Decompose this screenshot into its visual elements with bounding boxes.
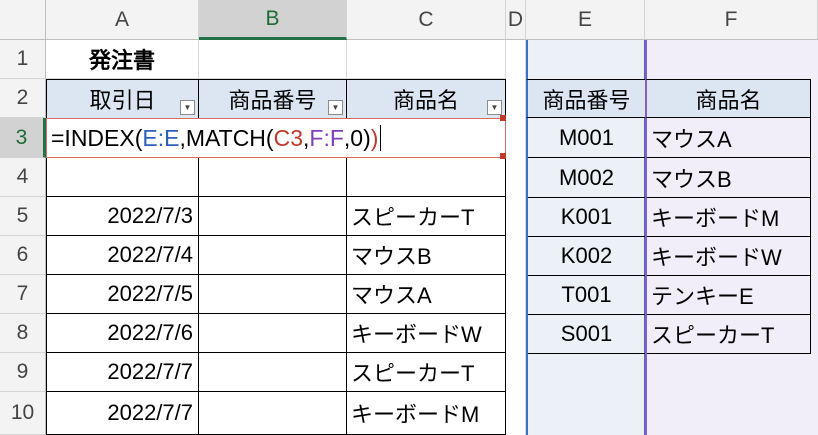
formula-ref-c3: C3	[273, 124, 303, 151]
filter-dropdown-icon[interactable]: ▼	[328, 100, 343, 115]
order-date-cell[interactable]: 2022/7/7	[46, 353, 199, 392]
column-header-c[interactable]: C	[347, 0, 506, 40]
reference-handle-icon[interactable]	[500, 115, 506, 121]
lookup-header-code[interactable]: 商品番号	[526, 79, 645, 118]
filter-dropdown-icon[interactable]: ▼	[487, 100, 502, 115]
order-code-cell[interactable]	[199, 353, 347, 392]
lookup-code-cell[interactable]: K002	[528, 236, 645, 276]
row-header-7[interactable]: 7	[0, 275, 46, 314]
lookup-name-cell[interactable]: キーボードM	[647, 197, 811, 237]
order-header-name[interactable]: 商品名 ▼	[347, 79, 506, 119]
row-header-9[interactable]: 9	[0, 353, 46, 392]
cell-b1[interactable]	[199, 40, 347, 79]
column-header-a[interactable]: A	[46, 0, 199, 40]
cell-a4[interactable]	[46, 158, 199, 197]
order-header-date-label: 取引日	[89, 88, 156, 113]
order-date-cell[interactable]: 2022/7/6	[46, 314, 199, 353]
formula-edit-cell[interactable]: =INDEX(E:E ,MATCH(C3, F:F ,0))	[46, 118, 506, 158]
row-header-5[interactable]: 5	[0, 197, 46, 236]
lookup-code-cell[interactable]: K001	[528, 197, 645, 237]
formula-text-index: =INDEX(	[51, 124, 143, 151]
lookup-code-cell[interactable]: T001	[528, 275, 645, 315]
row-header-8[interactable]: 8	[0, 314, 46, 353]
order-name-cell[interactable]: キーボードW	[347, 314, 506, 353]
formula-text-zero: ,0)	[343, 124, 371, 151]
lookup-name-cell[interactable]: テンキーE	[647, 275, 811, 315]
order-date-cell[interactable]: 2022/7/7	[46, 392, 199, 435]
order-date-cell[interactable]: 2022/7/3	[46, 197, 199, 236]
lookup-name-cell[interactable]: マウスA	[647, 118, 811, 158]
text-cursor	[380, 125, 382, 151]
row-header-4[interactable]: 4	[0, 158, 46, 197]
lookup-header-name[interactable]: 商品名	[645, 79, 811, 118]
column-header-b[interactable]: B	[199, 0, 347, 40]
lookup-name-cell[interactable]: スピーカーT	[647, 314, 811, 354]
order-name-cell[interactable]: キーボードM	[347, 392, 506, 435]
spreadsheet-grid[interactable]: A B C D E F 1 2 3 4 5 6 7 8 9 10 発注書 取引日…	[0, 0, 818, 435]
cell-b4[interactable]	[199, 158, 347, 197]
order-date-cell[interactable]: 2022/7/5	[46, 275, 199, 314]
row-header-2[interactable]: 2	[0, 79, 46, 118]
row-header-10[interactable]: 10	[0, 392, 46, 435]
order-name-cell[interactable]: マウスA	[347, 275, 506, 314]
column-header-f[interactable]: F	[645, 0, 818, 40]
filter-dropdown-icon[interactable]: ▼	[180, 100, 195, 115]
order-header-code[interactable]: 商品番号 ▼	[199, 79, 347, 119]
order-header-name-label: 商品名	[392, 88, 459, 113]
cell-c1[interactable]	[347, 40, 506, 79]
order-date-cell[interactable]: 2022/7/4	[46, 236, 199, 275]
lookup-code-cell[interactable]: M001	[528, 118, 645, 158]
formula-text-close: )	[370, 124, 379, 151]
row-header-3[interactable]: 3	[0, 118, 46, 158]
column-header-d[interactable]: D	[506, 0, 526, 40]
reference-handle-icon[interactable]	[500, 153, 506, 159]
row-header-6[interactable]: 6	[0, 236, 46, 275]
order-code-cell[interactable]	[199, 275, 347, 314]
order-header-date[interactable]: 取引日 ▼	[46, 79, 199, 119]
lookup-name-cell[interactable]: キーボードW	[647, 236, 811, 276]
order-code-cell[interactable]	[199, 236, 347, 275]
select-all-corner[interactable]	[0, 0, 46, 40]
order-code-cell[interactable]	[199, 197, 347, 236]
lookup-name-cell[interactable]: マウスB	[647, 158, 811, 198]
order-name-cell[interactable]: スピーカーT	[347, 353, 506, 392]
order-name-cell[interactable]: スピーカーT	[347, 197, 506, 236]
order-header-code-label: 商品番号	[228, 88, 317, 113]
cell-c4[interactable]	[347, 158, 506, 197]
formula-text-match: ,MATCH(	[179, 124, 274, 151]
row-header-1[interactable]: 1	[0, 40, 46, 79]
lookup-code-cell[interactable]: S001	[528, 314, 645, 354]
formula-ref-f: F:F	[309, 124, 344, 151]
order-code-cell[interactable]	[199, 392, 347, 435]
title-cell[interactable]: 発注書	[46, 40, 199, 79]
formula-ref-e: E:E	[142, 124, 180, 151]
order-name-cell[interactable]: マウスB	[347, 236, 506, 275]
lookup-code-cell[interactable]: M002	[528, 158, 645, 198]
order-code-cell[interactable]	[199, 314, 347, 353]
column-d-cells[interactable]	[506, 40, 526, 435]
column-header-e[interactable]: E	[526, 0, 645, 40]
